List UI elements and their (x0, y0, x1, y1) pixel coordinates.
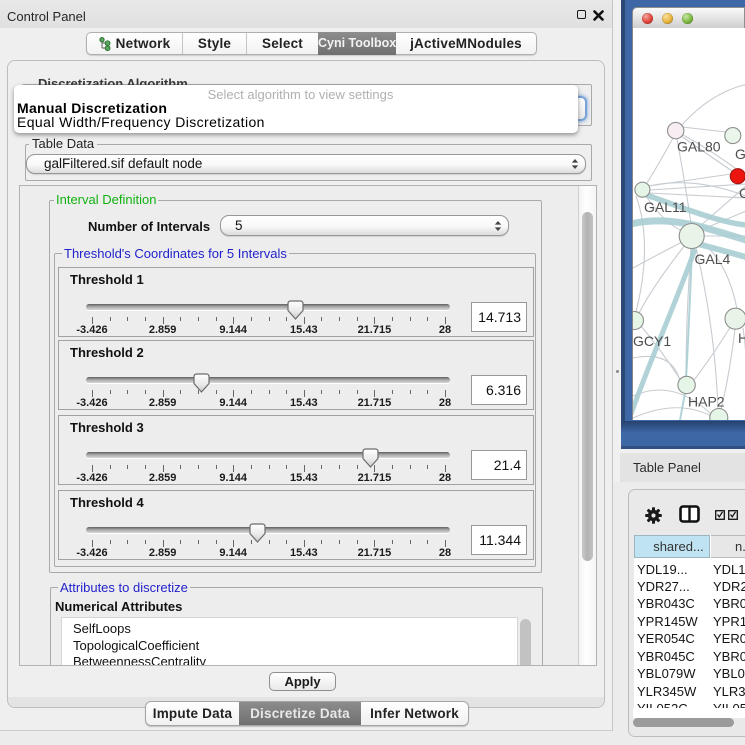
svg-text:GAL4: GAL4 (695, 251, 731, 267)
svg-text:GAL80: GAL80 (677, 139, 721, 155)
svg-text:GAL11: GAL11 (644, 199, 687, 215)
svg-text:GCY1: GCY1 (633, 333, 671, 349)
svg-text:C: C (739, 185, 745, 201)
svg-text:HAP2: HAP2 (688, 394, 725, 410)
svg-text:H: H (738, 330, 745, 346)
svg-text:GA: GA (735, 146, 745, 162)
